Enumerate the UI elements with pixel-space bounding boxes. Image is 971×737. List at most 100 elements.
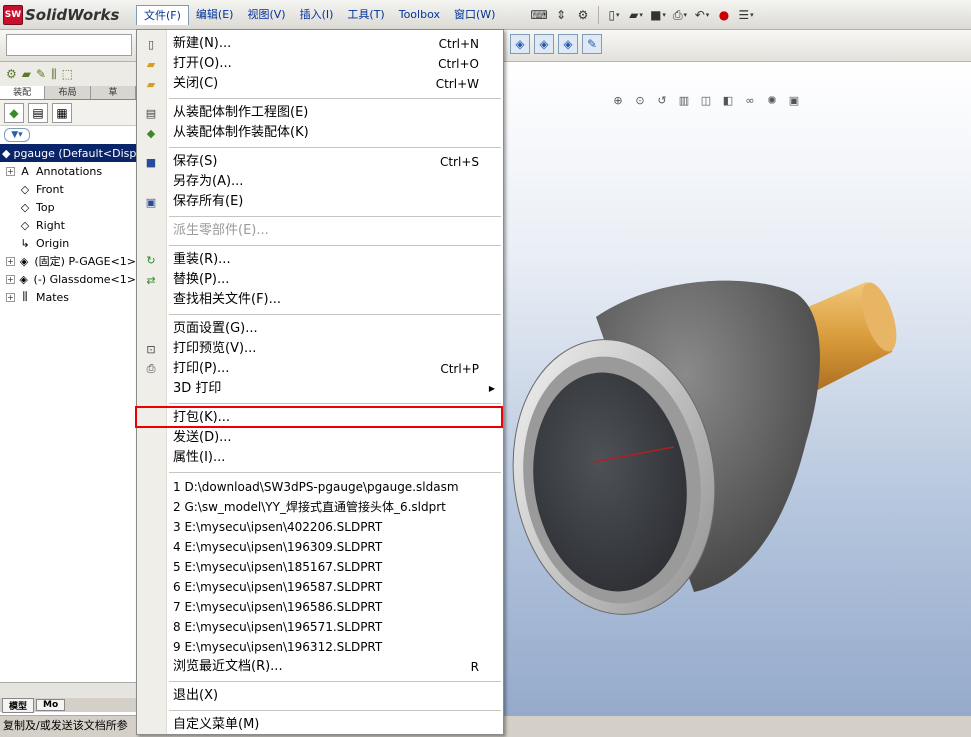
solidworks-logo[interactable]: SW SolidWorks bbox=[3, 5, 119, 25]
menu-item-4[interactable]: 工具(T) bbox=[340, 5, 391, 25]
menu-item[interactable]: ⇄ 替换(P)... bbox=[137, 270, 503, 290]
save-icon[interactable]: ■ ▾ bbox=[649, 6, 667, 24]
panel-tab[interactable]: 装配 bbox=[0, 86, 46, 99]
expand-icon[interactable]: + bbox=[6, 166, 15, 176]
menu-item[interactable]: ▰ 打开(O)... Ctrl+O bbox=[137, 54, 503, 74]
menu-item[interactable]: 4 E:\mysecu\ipsen\196309.SLDPRT bbox=[137, 537, 503, 557]
tree-node[interactable]: + ⫼ Mates bbox=[0, 288, 136, 306]
view-cube-icon[interactable]: ◈ bbox=[534, 34, 554, 54]
list-options-icon[interactable]: ☰ ▾ bbox=[737, 6, 755, 24]
model-tab[interactable]: 模型 bbox=[2, 697, 35, 713]
menu-item-label: 重装(R)... bbox=[173, 252, 231, 267]
menu-item[interactable]: ⎙ 打印(P)... Ctrl+P bbox=[137, 359, 503, 379]
drawing-icon: ▤ bbox=[145, 106, 157, 120]
menu-item[interactable]: 退出(X) bbox=[137, 686, 503, 706]
menu-item-shortcut: Ctrl+P bbox=[440, 362, 479, 376]
tree-node[interactable]: ↳ Origin bbox=[0, 234, 136, 252]
tree-node[interactable]: ◇ Top bbox=[0, 198, 136, 216]
expand-icon[interactable]: + bbox=[6, 274, 15, 284]
measure-icon[interactable]: ✎ bbox=[582, 34, 602, 54]
replace-icon: ⇄ bbox=[146, 273, 156, 287]
mate-icon[interactable]: ⫼ bbox=[51, 67, 57, 82]
panel-scrollbar[interactable] bbox=[0, 682, 137, 698]
save-all-icon: ▣ bbox=[145, 195, 157, 209]
property-manager-icon[interactable]: ▤ bbox=[28, 102, 48, 123]
pen-icon[interactable]: ✎ bbox=[36, 67, 46, 81]
menu-item[interactable]: ▰ 关闭(C) Ctrl+W bbox=[137, 74, 503, 94]
traffic-light-icon[interactable]: ● bbox=[715, 6, 733, 24]
menu-item-1[interactable]: 编辑(E) bbox=[189, 5, 241, 25]
view-cube-icon[interactable]: ◈ bbox=[510, 34, 530, 54]
graphics-viewport[interactable]: ⊕ ⊙ ↺ ▥ ◫ ◧ ∞ ✺ ▣ bbox=[504, 62, 971, 715]
menu-item-shortcut: Ctrl+O bbox=[438, 57, 479, 71]
tree-node[interactable]: ◇ Front bbox=[0, 180, 136, 198]
menu-item[interactable]: ■ 保存(S) Ctrl+S bbox=[137, 152, 503, 172]
menu-item-6[interactable]: 窗口(W) bbox=[447, 5, 502, 25]
configuration-manager-icon[interactable]: ▦ bbox=[52, 102, 72, 123]
part-icon: ◈ bbox=[19, 272, 28, 286]
menu-item[interactable]: 5 E:\mysecu\ipsen\185167.SLDPRT bbox=[137, 557, 503, 577]
menu-item[interactable]: 8 E:\mysecu\ipsen\196571.SLDPRT bbox=[137, 617, 503, 637]
undo-icon[interactable]: ↶ ▾ bbox=[693, 6, 711, 24]
menu-item-2[interactable]: 视图(V) bbox=[240, 5, 292, 25]
menu-item[interactable]: 3D 打印 ▶ bbox=[137, 379, 503, 399]
menu-item[interactable]: ⊡ 打印预览(V)... bbox=[137, 339, 503, 359]
menu-item-5[interactable]: Toolbox bbox=[392, 5, 447, 25]
panel-tab[interactable]: 草 bbox=[91, 86, 136, 99]
menu-item[interactable]: ▣ 保存所有(E) bbox=[137, 192, 503, 212]
view-cube-icon[interactable]: ◈ bbox=[558, 34, 578, 54]
new-doc-icon[interactable]: ▯ ▾ bbox=[605, 6, 623, 24]
menu-file[interactable]: 文件(F) bbox=[136, 5, 189, 25]
menu-item-label: 打印(P)... bbox=[173, 361, 230, 376]
menu-item[interactable]: 2 G:\sw_model\YY_焊接式直通管接头体_6.sldprt bbox=[137, 497, 503, 517]
options-icon[interactable]: ⚙ bbox=[574, 6, 592, 24]
menu-item[interactable]: ↻ 重装(R)... bbox=[137, 250, 503, 270]
expand-icon[interactable]: + bbox=[6, 256, 15, 266]
menu-separator bbox=[169, 147, 501, 148]
menu-item[interactable]: 9 E:\mysecu\ipsen\196312.SLDPRT bbox=[137, 637, 503, 657]
menu-item[interactable]: 发送(D)... bbox=[137, 428, 503, 448]
model-tab[interactable]: Mo bbox=[36, 699, 66, 711]
menu-item-label: 从装配体制作工程图(E) bbox=[173, 105, 309, 120]
menu-item[interactable]: 自定义菜单(M) bbox=[137, 715, 503, 735]
folder-icon[interactable]: ▰ bbox=[22, 67, 31, 81]
menu-item[interactable]: 3 E:\mysecu\ipsen\402206.SLDPRT bbox=[137, 517, 503, 537]
menu-item-label: 保存所有(E) bbox=[173, 194, 244, 209]
menu-item[interactable]: 6 E:\mysecu\ipsen\196587.SLDPRT bbox=[137, 577, 503, 597]
menu-item[interactable]: ◆ 从装配体制作装配体(K) bbox=[137, 123, 503, 143]
menu-item-shortcut: Ctrl+W bbox=[435, 77, 479, 91]
menu-item[interactable]: 浏览最近文档(R)... R bbox=[137, 657, 503, 677]
save-icon: ■ bbox=[145, 155, 157, 169]
expand-icon[interactable]: + bbox=[6, 292, 15, 302]
print-icon[interactable]: ⎙ ▾ bbox=[671, 6, 689, 24]
component-icon[interactable]: ⚙ bbox=[6, 67, 17, 81]
model-tabs: 模型 Mo bbox=[0, 697, 137, 713]
menu-item[interactable]: 属性(I)... bbox=[137, 448, 503, 468]
menu-item[interactable]: 页面设置(G)... bbox=[137, 319, 503, 339]
pin-icon[interactable]: ⇕ bbox=[552, 6, 570, 24]
tree-node[interactable]: ◆ pgauge (Default<Displ bbox=[0, 144, 139, 162]
tree-node[interactable]: + ◈ (固定) P-GAGE<1> bbox=[0, 252, 136, 270]
panel-tab[interactable]: 布局 bbox=[45, 86, 91, 99]
command-field[interactable] bbox=[6, 34, 132, 56]
tree-node[interactable]: + A Annotations bbox=[0, 162, 136, 180]
menu-item-3[interactable]: 插入(I) bbox=[293, 5, 341, 25]
explode-icon[interactable]: ⬚ bbox=[62, 67, 73, 81]
menu-item[interactable]: 查找相关文件(F)... bbox=[137, 290, 503, 310]
open-folder-icon[interactable]: ▰ ▾ bbox=[627, 6, 645, 24]
menu-item[interactable]: 另存为(A)... bbox=[137, 172, 503, 192]
menu-item-label: 7 E:\mysecu\ipsen\196586.SLDPRT bbox=[173, 600, 383, 614]
feature-manager-icon[interactable]: ◆ bbox=[4, 102, 24, 123]
tree-node-label: Right bbox=[36, 218, 65, 232]
keyboard-icon[interactable]: ⌨ bbox=[530, 6, 548, 24]
assembly-icon: ◆ bbox=[2, 146, 11, 160]
filter-icon[interactable]: ▼▾ bbox=[4, 128, 30, 142]
menu-item[interactable]: ▯ 新建(N)... Ctrl+N bbox=[137, 34, 503, 54]
tree-node[interactable]: ◇ Right bbox=[0, 216, 136, 234]
menu-item[interactable]: 7 E:\mysecu\ipsen\196586.SLDPRT bbox=[137, 597, 503, 617]
highlight-box bbox=[135, 406, 503, 428]
tree-node[interactable]: + ◈ (-) Glassdome<1> bbox=[0, 270, 136, 288]
menu-item[interactable]: 1 D:\download\SW3dPS-pgauge\pgauge.sldas… bbox=[137, 477, 503, 497]
menu-item[interactable]: ▤ 从装配体制作工程图(E) bbox=[137, 103, 503, 123]
pressure-gauge-model bbox=[512, 280, 897, 615]
